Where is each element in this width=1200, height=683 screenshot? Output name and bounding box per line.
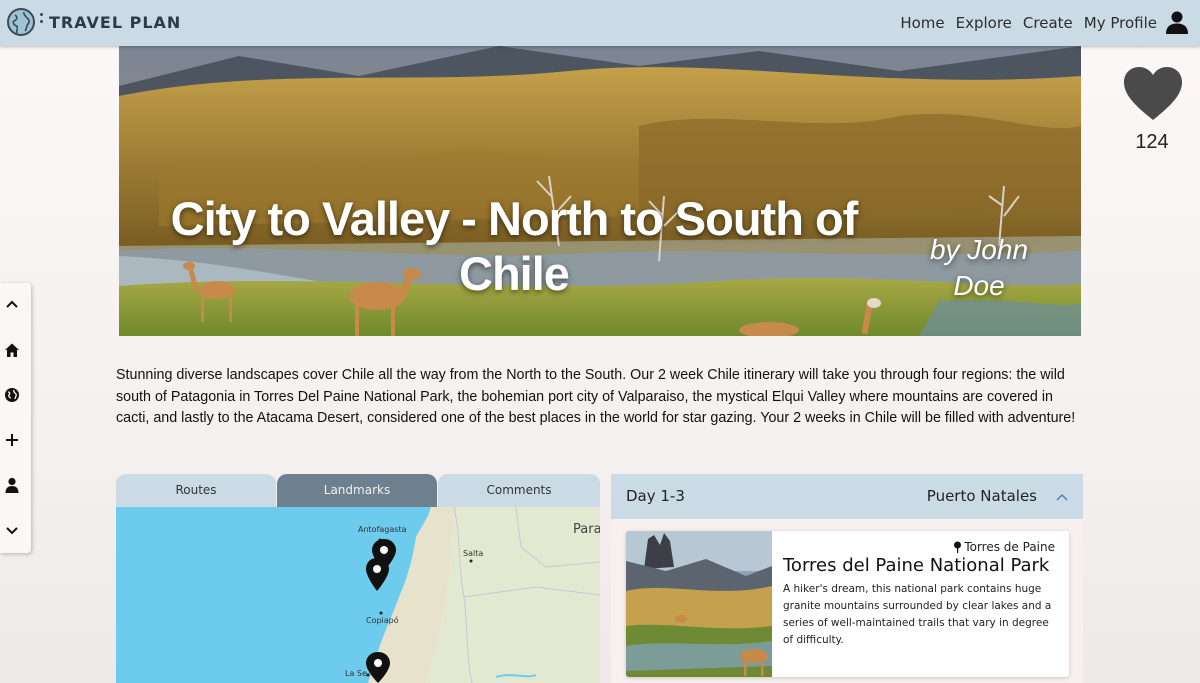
day-panel: Day 1-3 Puerto Natales Torres de Paine T… (611, 474, 1083, 683)
content-tabs: Routes Landmarks Comments (116, 474, 600, 507)
user-icon[interactable] (1165, 10, 1189, 34)
plus-icon[interactable] (4, 432, 20, 448)
globe-icon[interactable] (4, 387, 20, 403)
tab-landmarks[interactable]: Landmarks (277, 474, 437, 507)
nav-home[interactable]: Home (900, 14, 944, 32)
home-icon[interactable] (4, 342, 20, 358)
hero-banner: City to Valley - North to South of Chile… (119, 46, 1081, 336)
day-header[interactable]: Day 1-3 Puerto Natales (611, 474, 1083, 519)
map-label-salta: Salta (463, 549, 484, 558)
landmark-image (626, 531, 772, 677)
trip-author[interactable]: by John Doe (909, 232, 1049, 304)
map-label-la-serena: La Se (345, 669, 367, 678)
nav-explore[interactable]: Explore (956, 14, 1012, 32)
top-navbar: TRAVEL PLAN Home Explore Create My Profi… (0, 0, 1200, 46)
tab-comments[interactable]: Comments (438, 474, 600, 507)
heart-icon[interactable] (1123, 66, 1183, 122)
chevron-up-icon[interactable] (4, 297, 20, 313)
day-place: Puerto Natales (926, 487, 1037, 505)
map-label-paraguay: Para (573, 522, 600, 537)
nav-create[interactable]: Create (1023, 14, 1073, 32)
app-title[interactable]: TRAVEL PLAN (49, 13, 181, 32)
day-label: Day 1-3 (626, 487, 685, 505)
card-location: Torres de Paine (953, 540, 1055, 554)
tab-routes[interactable]: Routes (116, 474, 276, 507)
landmark-card[interactable]: Torres de Paine Torres del Paine Nationa… (626, 531, 1069, 677)
card-description: A hiker's dream, this national park cont… (783, 583, 1052, 646)
like-count: 124 (1135, 131, 1169, 153)
nav-my-profile[interactable]: My Profile (1084, 14, 1157, 32)
landmarks-map[interactable]: Antofagasta Salta Para Copiapó La Se (116, 507, 600, 683)
card-title[interactable]: Torres del Paine National Park (783, 555, 1049, 576)
map-label-copiapo: Copiapó (366, 616, 399, 625)
logo-separator (40, 13, 43, 29)
chevron-up-icon[interactable] (1055, 490, 1069, 504)
globe-icon[interactable] (6, 7, 36, 37)
map-label-antofagasta: Antofagasta (358, 525, 407, 534)
user-icon[interactable] (4, 477, 20, 493)
side-toolbar (0, 283, 31, 553)
trip-description: Stunning diverse landscapes cover Chile … (116, 367, 1076, 426)
trip-title: City to Valley - North to South of Chile (170, 192, 859, 300)
pin-icon (954, 541, 962, 553)
card-location-text: Torres de Paine (964, 540, 1055, 554)
chevron-down-icon[interactable] (4, 522, 20, 538)
nav-links: Home Explore Create My Profile (900, 14, 1157, 32)
